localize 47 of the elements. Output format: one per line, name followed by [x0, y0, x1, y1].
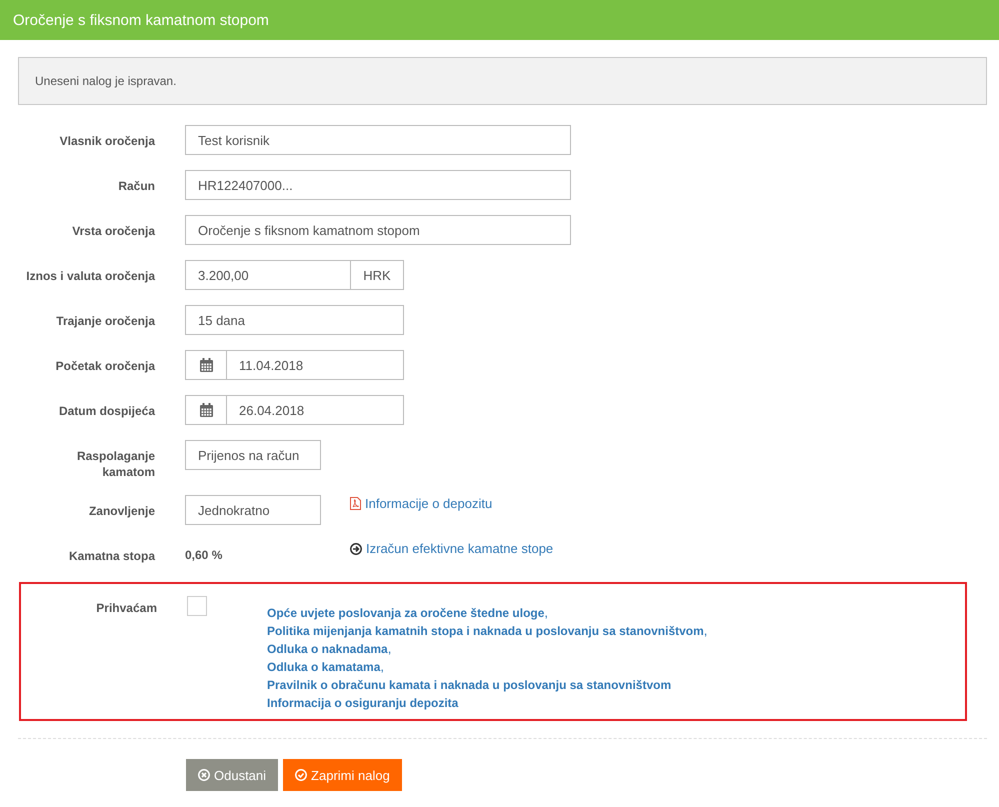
input-field[interactable]: Prijenos na račun [185, 440, 321, 470]
submit-button[interactable]: Zaprimi nalog [283, 759, 402, 791]
field-label: Prihvaćam [95, 600, 157, 617]
separator-text: , [388, 641, 392, 656]
check-circle-icon [295, 769, 308, 781]
close-circle-icon [198, 769, 210, 781]
field-label: Kamatna stopa [68, 548, 155, 564]
input-field[interactable]: Jednokratno [185, 495, 321, 525]
checkbox[interactable] [187, 596, 207, 616]
link[interactable]: Informacije o depozitu [350, 495, 492, 511]
date-field[interactable]: 11.04.2018 [227, 350, 404, 380]
field-label: Raspolaganje kamatom [76, 448, 155, 480]
pdf-file-icon [350, 497, 361, 510]
calendar-button[interactable] [185, 395, 227, 425]
field-label: Vrsta oročenja [71, 223, 155, 239]
document-link[interactable]: Politika mijenjanja kamatnih stopa i naknada u poslovanju sa stanovništvom [267, 624, 704, 638]
separator-text: , [380, 659, 384, 674]
value-text: 0,60 % [185, 547, 222, 562]
currency-addon: HRK [351, 260, 404, 290]
field-label: Zanovljenje [88, 503, 155, 519]
status-message: Uneseni nalog je ispravan. [18, 57, 987, 105]
calendar-button[interactable] [185, 350, 227, 380]
input-field[interactable]: 3.200,00 [185, 260, 351, 290]
link[interactable]: Izračun efektivne kamatne stope [350, 540, 554, 556]
document-link[interactable]: Odluka o kamatama [267, 660, 380, 674]
field-label: Datum dospijeća [58, 403, 155, 419]
arrow-circle-icon [350, 542, 362, 554]
field-label: Početak oročenja [54, 358, 155, 374]
input-field[interactable]: Oročenje s fiksnom kamatnom stopom [185, 215, 571, 245]
field-label: Vlasnik oročenja [58, 133, 155, 149]
input-field[interactable]: Test korisnik [185, 125, 571, 155]
field-label: Iznos i valuta oročenja [25, 268, 155, 284]
document-link[interactable]: Odluka o naknadama [267, 642, 388, 656]
calendar-icon [200, 403, 212, 417]
date-field[interactable]: 26.04.2018 [227, 395, 404, 425]
field-label: Račun [117, 178, 155, 194]
document-link[interactable]: Informacija o osiguranju depozita [267, 696, 458, 710]
cancel-button[interactable]: Odustani [186, 759, 278, 791]
calendar-icon [200, 358, 212, 372]
document-link[interactable]: Pravilnik o obračunu kamata i naknada u poslovanju sa stanovništvom [267, 678, 672, 692]
field-label: Trajanje oročenja [55, 313, 155, 329]
separator-text: , [544, 605, 548, 620]
input-field[interactable]: HR122407000... [185, 170, 571, 200]
header-bar: Oročenje s fiksnom kamatnom stopom [0, 0, 999, 40]
input-field[interactable]: 15 dana [185, 305, 404, 335]
separator-text: , [704, 623, 708, 638]
document-link[interactable]: Opće uvjete poslovanja za oročene štedne uloge [267, 606, 544, 620]
